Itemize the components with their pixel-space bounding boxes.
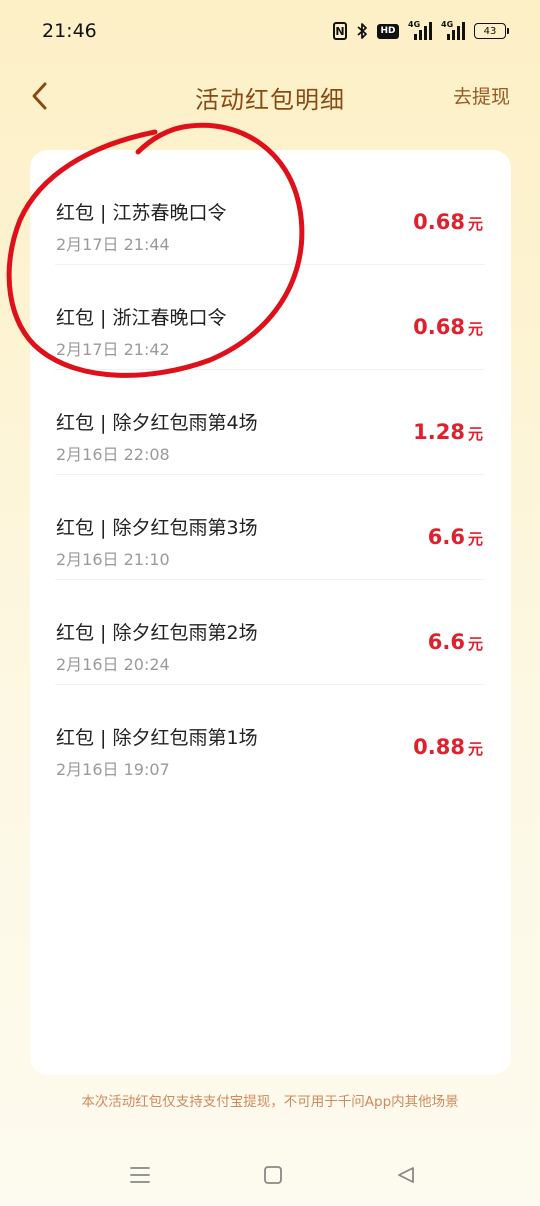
menu-icon — [130, 1167, 150, 1183]
record-title: 红包 | 除夕红包雨第1场 — [56, 727, 258, 749]
record-amount: 0.88 元 — [413, 735, 483, 759]
amount-unit: 元 — [467, 530, 483, 548]
page-header: 活动红包明细 去提现 — [0, 62, 540, 130]
amount-value: 6.6 — [427, 630, 465, 654]
amount-unit: 元 — [467, 320, 483, 338]
signal-sim2-icon: 4G — [441, 20, 465, 40]
amount-value: 6.6 — [427, 525, 465, 549]
footnote: 本次活动红包仅支持支付宝提现，不可用于千问App内其他场景 — [81, 1094, 459, 1110]
record-row[interactable]: 红包 | 除夕红包雨第1场 2月16日 19:07 0.88 元 — [55, 685, 485, 790]
amount-value: 0.68 — [413, 210, 465, 234]
signal-sim1-icon: 4G — [408, 20, 432, 40]
amount-value: 0.68 — [413, 315, 465, 339]
record-amount: 6.6 元 — [428, 630, 483, 654]
amount-unit: 元 — [467, 635, 483, 653]
battery-icon: 43 — [474, 23, 509, 39]
home-button[interactable] — [258, 1160, 288, 1190]
hd-voice-icon: HD — [377, 23, 399, 39]
nfc-icon: N — [333, 22, 347, 40]
record-title: 红包 | 除夕红包雨第2场 — [56, 622, 258, 644]
withdraw-button[interactable]: 去提现 — [453, 82, 510, 109]
triangle-back-icon — [398, 1167, 414, 1183]
amount-unit: 元 — [467, 425, 483, 443]
bluetooth-icon — [356, 22, 368, 40]
record-amount: 6.6 元 — [428, 525, 483, 549]
status-time: 21:46 — [42, 20, 97, 42]
record-date: 2月16日 20:24 — [56, 655, 170, 674]
records-card: 红包 | 江苏春晚口令 2月17日 21:44 0.68 元 红包 | 浙江春晚口… — [30, 150, 511, 1075]
amount-unit: 元 — [467, 215, 483, 233]
amount-value: 0.88 — [413, 735, 465, 759]
square-home-icon — [264, 1166, 282, 1184]
record-date: 2月16日 19:07 — [56, 760, 170, 779]
record-date: 2月16日 22:08 — [56, 445, 170, 464]
record-amount: 0.68 元 — [413, 210, 483, 234]
record-row[interactable]: 红包 | 除夕红包雨第4场 2月16日 22:08 1.28 元 — [55, 370, 485, 475]
record-row[interactable]: 红包 | 除夕红包雨第3场 2月16日 21:10 6.6 元 — [55, 475, 485, 580]
record-date: 2月17日 21:42 — [56, 340, 170, 359]
amount-unit: 元 — [467, 740, 483, 758]
record-row[interactable]: 红包 | 浙江春晚口令 2月17日 21:42 0.68 元 — [55, 265, 485, 370]
record-date: 2月16日 21:10 — [56, 550, 170, 569]
record-title: 红包 | 江苏春晚口令 — [56, 202, 227, 224]
record-row[interactable]: 红包 | 江苏春晚口令 2月17日 21:44 0.68 元 — [55, 160, 485, 265]
nav-back-button[interactable] — [391, 1160, 421, 1190]
recent-apps-button[interactable] — [125, 1160, 155, 1190]
record-row[interactable]: 红包 | 除夕红包雨第2场 2月16日 20:24 6.6 元 — [55, 580, 485, 685]
record-title: 红包 | 除夕红包雨第4场 — [56, 412, 258, 434]
record-title: 红包 | 除夕红包雨第3场 — [56, 517, 258, 539]
system-nav-bar — [0, 1140, 540, 1206]
status-bar: 21:46 N HD 4G 4G 43 — [0, 0, 540, 62]
record-amount: 0.68 元 — [413, 315, 483, 339]
record-title: 红包 | 浙江春晚口令 — [56, 307, 227, 329]
amount-value: 1.28 — [413, 420, 465, 444]
record-amount: 1.28 元 — [413, 420, 483, 444]
record-date: 2月17日 21:44 — [56, 235, 170, 254]
status-icons: N HD 4G 4G 43 — [333, 20, 509, 42]
